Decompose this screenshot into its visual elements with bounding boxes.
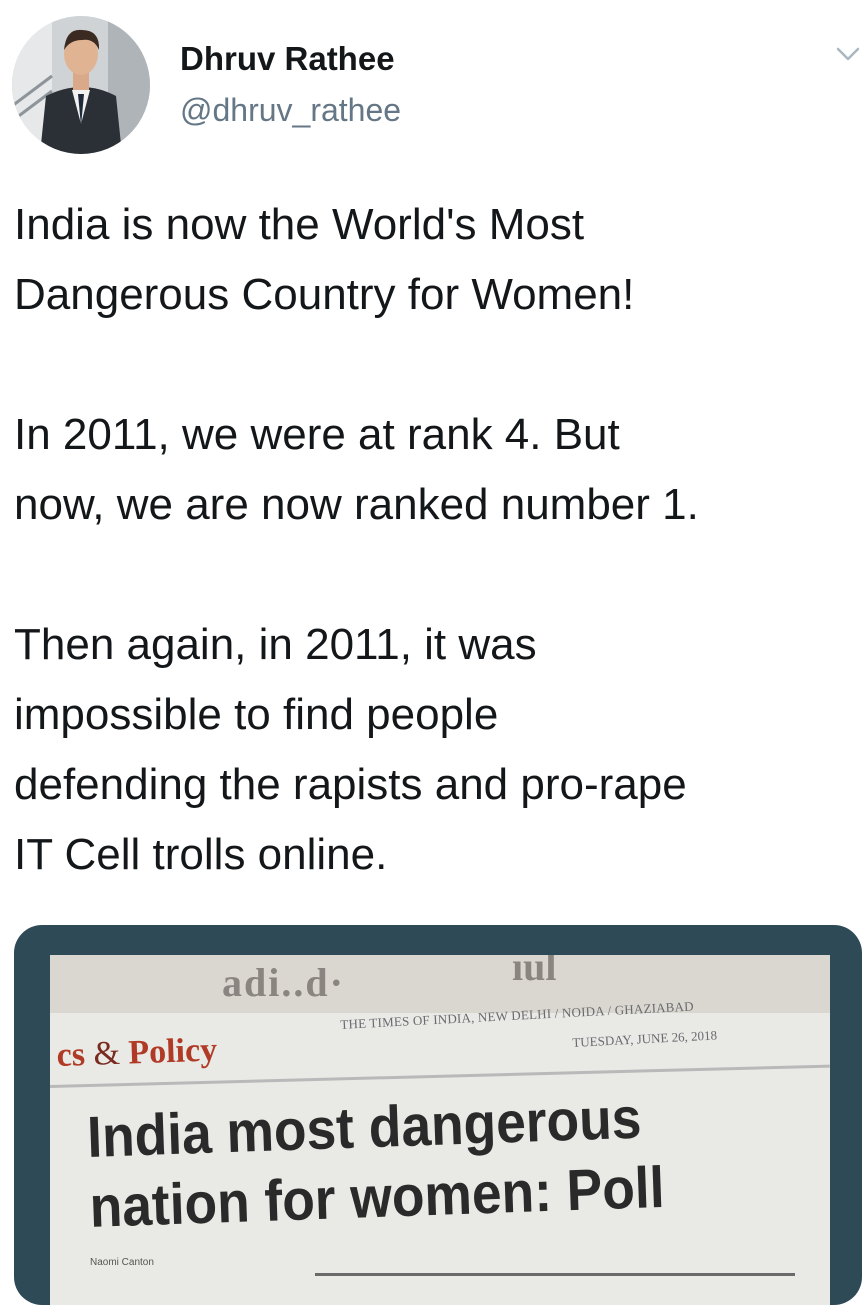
tweet-line: now, we are now ranked number 1.	[14, 480, 699, 529]
tweet-text: India is now the World's Most Dangerous …	[14, 190, 859, 890]
tweet-paragraph: India is now the World's Most Dangerous …	[14, 190, 859, 330]
section-prefix: cs	[56, 1036, 86, 1074]
publication-date: TUESDAY, JUNE 26, 2018	[572, 1027, 718, 1050]
torn-header-text: adi..d·	[222, 960, 345, 1005]
tweet-line: defending the rapists and pro-rape	[14, 760, 687, 809]
chevron-down-icon[interactable]	[834, 40, 862, 68]
section-name: Policy	[127, 1031, 218, 1072]
divider	[315, 1273, 795, 1276]
newspaper-clipping: adi..d· ıul cs & Policy THE TIMES OF IND…	[50, 955, 830, 1305]
author-display-name[interactable]: Dhruv Rathee	[180, 40, 395, 78]
torn-header-text-right: ıul	[512, 955, 557, 989]
tweet-line: Dangerous Country for Women!	[14, 270, 635, 319]
tweet-line: impossible to find people	[14, 690, 499, 739]
tweet-paragraph: In 2011, we were at rank 4. But now, we …	[14, 400, 859, 540]
byline: Naomi Canton	[90, 1257, 154, 1268]
section-label: cs & Policy	[56, 1031, 218, 1075]
tweet-paragraph: Then again, in 2011, it was impossible t…	[14, 610, 859, 890]
author-handle[interactable]: @dhruv_rathee	[180, 92, 401, 129]
torn-header-strip	[50, 955, 830, 1013]
avatar-photo	[12, 16, 150, 154]
tweet-line: IT Cell trolls online.	[14, 830, 388, 879]
tweet: Dhruv Rathee @dhruv_rathee India is now …	[0, 0, 866, 1305]
tweet-line: India is now the World's Most	[14, 200, 585, 249]
tweet-media-image[interactable]: adi..d· ıul cs & Policy THE TIMES OF IND…	[14, 925, 862, 1305]
section-amp: &	[92, 1034, 121, 1073]
tweet-line: In 2011, we were at rank 4. But	[14, 410, 620, 459]
avatar[interactable]	[12, 16, 150, 154]
tweet-line: Then again, in 2011, it was	[14, 620, 537, 669]
newspaper-headline: India most dangerous nation for women: P…	[86, 1083, 666, 1243]
